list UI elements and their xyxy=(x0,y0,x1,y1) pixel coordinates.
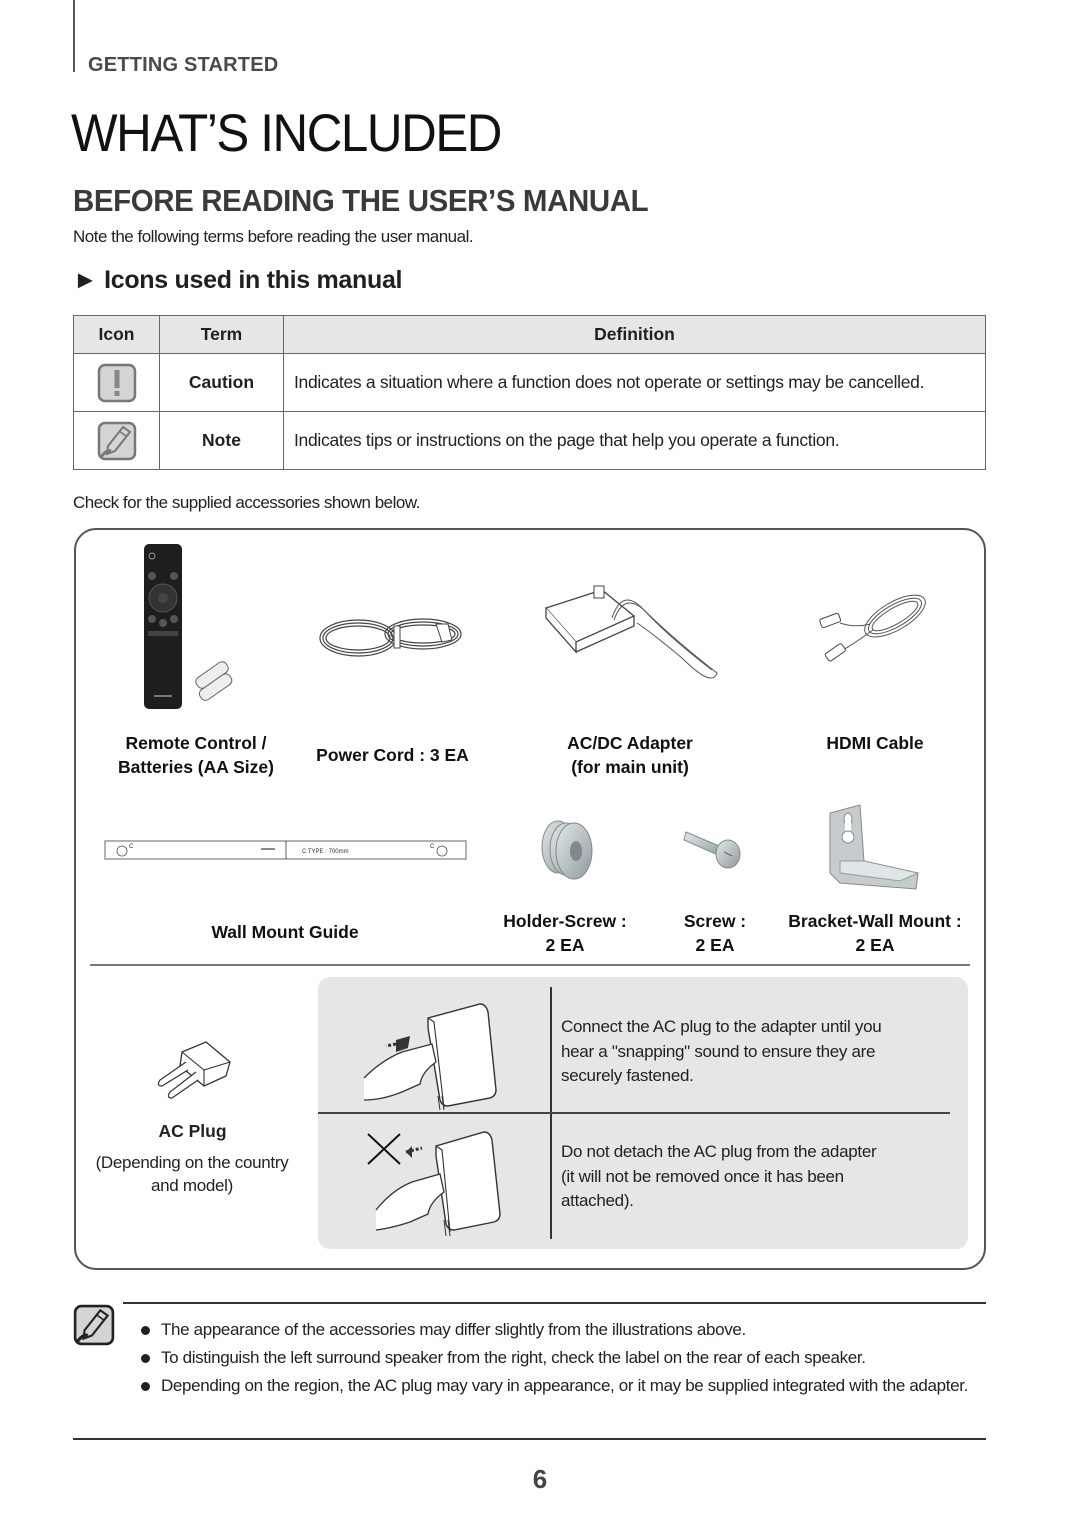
note-item: The appearance of the accessories may di… xyxy=(136,1318,976,1343)
page-title: WHAT’S INCLUDED xyxy=(71,104,502,163)
section-label: GETTING STARTED xyxy=(88,54,279,76)
wall-guide-text: C TYPE : 700mm xyxy=(302,849,349,855)
table-header-row: Icon Term Definition xyxy=(73,315,986,354)
icons-heading: ► Icons used in this manual xyxy=(73,266,403,294)
icon-table: Icon Term Definition Caution Indicates a… xyxy=(73,315,986,470)
label-wall-mount-guide: Wall Mount Guide xyxy=(211,922,359,942)
notes-list: The appearance of the accessories may di… xyxy=(136,1318,976,1402)
svg-text:C: C xyxy=(129,844,134,850)
label-holder-screw: Holder-Screw : 2 EA xyxy=(503,911,627,955)
bracket-wall-mount-icon xyxy=(820,803,925,903)
section-bar xyxy=(73,0,75,72)
power-cord-icon xyxy=(318,610,468,675)
notes-bottom-rule xyxy=(73,1438,986,1440)
note-item: To distinguish the left surround speaker… xyxy=(136,1346,976,1371)
label-remote-control: Remote Control / Batteries (AA Size) xyxy=(118,733,274,777)
notes-top-rule xyxy=(123,1302,986,1304)
definition-note: Indicates tips or instructions on the pa… xyxy=(283,411,986,470)
page-number: 6 xyxy=(532,1464,548,1494)
table-row: Note Indicates tips or instructions on t… xyxy=(73,411,986,470)
header-term: Term xyxy=(159,315,284,354)
do-not-detach-illustration xyxy=(362,1128,512,1243)
svg-text:C: C xyxy=(430,844,435,850)
note-item: Depending on the region, the AC plug may… xyxy=(136,1374,976,1399)
intro-text: Note the following terms before reading … xyxy=(73,227,474,246)
ac-plug-note: (Depending on the country and model) xyxy=(95,1153,289,1195)
instruction-connect-text: Connect the AC plug to the adapter until… xyxy=(561,1017,882,1085)
label-ac-plug: AC Plug xyxy=(158,1121,227,1141)
remote-control-icon xyxy=(140,543,250,718)
accessories-intro: Check for the supplied accessories shown… xyxy=(73,493,420,512)
note-icon xyxy=(97,421,137,461)
header-icon: Icon xyxy=(73,315,160,354)
hdmi-cable-icon xyxy=(815,588,935,673)
instruction-detach-text: Do not detach the AC plug from the adapt… xyxy=(561,1142,877,1210)
label-screw: Screw : 2 EA xyxy=(683,911,747,955)
ac-dc-adapter-icon xyxy=(542,578,722,683)
section-subtitle: BEFORE READING THE USER’S MANUAL xyxy=(73,183,649,218)
term-note: Note xyxy=(159,411,284,470)
holder-screw-icon xyxy=(536,815,596,890)
label-bracket-wall-mount: Bracket-Wall Mount : 2 EA xyxy=(788,911,962,955)
accessories-divider xyxy=(90,964,970,966)
note-icon xyxy=(73,1304,115,1346)
screw-icon xyxy=(682,822,747,877)
label-power-cord: Power Cord : 3 EA xyxy=(316,745,469,765)
label-hdmi-cable: HDMI Cable xyxy=(826,733,924,753)
connect-plug-illustration xyxy=(362,1000,512,1115)
definition-caution: Indicates a situation where a function d… xyxy=(283,353,986,412)
header-definition: Definition xyxy=(283,315,986,354)
wall-mount-guide-icon: C C TYPE : 700mm C xyxy=(104,840,468,867)
term-caution: Caution xyxy=(159,353,284,412)
ac-plug-icon xyxy=(152,1040,237,1105)
label-ac-dc-adapter: AC/DC Adapter (for main unit) xyxy=(567,733,693,777)
table-row: Caution Indicates a situation where a fu… xyxy=(73,353,986,412)
caution-icon xyxy=(97,363,137,403)
